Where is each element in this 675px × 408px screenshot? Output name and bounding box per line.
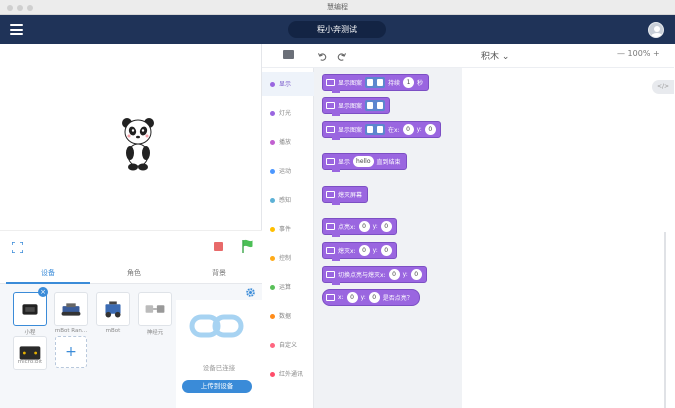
block-is-lit-boolean[interactable]: x: 0 y: 0 是否点亮？ (322, 289, 420, 306)
block-flyout (314, 68, 462, 408)
remove-device-icon[interactable]: × (38, 287, 48, 297)
device-card-codey[interactable] (13, 292, 47, 326)
stop-button[interactable] (214, 242, 223, 251)
zoom-controls: — 100% + (617, 49, 660, 58)
category-data[interactable]: 数据 (262, 304, 314, 328)
connection-status: 设备已连接 (202, 364, 236, 372)
app-header: 程小奔测试 (0, 15, 675, 44)
block-turn-off-xy[interactable]: 熄灭x: 0 y: 0 (322, 242, 397, 261)
category-custom[interactable]: 自定义 (262, 333, 314, 357)
panda-sprite[interactable] (118, 115, 158, 171)
tab-devices[interactable]: 设备 (5, 262, 91, 284)
workspace-scrollbar[interactable] (664, 232, 666, 408)
device-label: 神经元 (146, 330, 164, 336)
category-motion[interactable]: 运动 (262, 159, 314, 183)
block-clear-screen[interactable]: 熄灭屏幕 (322, 186, 369, 205)
green-flag-icon[interactable] (241, 239, 255, 253)
fullscreen-icon[interactable] (12, 242, 23, 253)
category-sound[interactable]: 播放 (262, 130, 314, 154)
category-sensing[interactable]: 感知 (262, 188, 314, 212)
zoom-level: 100% (627, 49, 651, 58)
zoom-out-button[interactable]: — (617, 49, 625, 58)
block-show-image-for-seconds[interactable]: 显示图案 持续 1 秒 (322, 74, 430, 93)
zoom-in-button[interactable]: + (653, 49, 660, 58)
block-toggle-xy[interactable]: 切换点亮与熄灭x: 0 y: 0 (322, 266, 427, 285)
redo-icon[interactable] (337, 52, 346, 61)
tab-backgrounds[interactable]: 背景 (176, 262, 262, 284)
project-name-field[interactable]: 程小奔测试 (288, 21, 386, 38)
upload-to-device-button[interactable]: 上传到设备 (182, 380, 252, 393)
category-lights[interactable]: 灯光 (262, 101, 314, 125)
avatar[interactable] (648, 22, 664, 38)
link-icon (189, 314, 244, 338)
tab-sprites[interactable]: 角色 (91, 262, 177, 284)
category-infrared[interactable]: 红外通讯 (262, 362, 314, 386)
add-device-button[interactable]: + (55, 336, 87, 368)
device-card-mbot-ranger[interactable] (54, 292, 88, 326)
device-card-neuron[interactable] (138, 292, 172, 326)
block-categories: 显示 灯光 播放 运动 感知 事件 控制 运算 数据 自定义 红外通讯 (262, 68, 314, 408)
category-control[interactable]: 控制 (262, 246, 314, 270)
category-operators[interactable]: 运算 (262, 275, 314, 299)
category-display[interactable]: 显示 (262, 72, 314, 96)
window-titlebar: 慧编程 (0, 0, 675, 15)
device-card-mbot[interactable] (96, 292, 130, 326)
mode-select[interactable]: 积木 ⌄ (481, 49, 509, 62)
script-workspace[interactable] (462, 68, 675, 408)
block-show-image-at-xy[interactable]: 显示图案 在x: 0 y: 0 (322, 121, 441, 140)
gear-icon[interactable] (245, 287, 256, 298)
window-title: 慧编程 (327, 3, 348, 11)
device-tab-icon[interactable] (283, 50, 294, 59)
tab-bar: 设备 角色 背景 (0, 262, 262, 284)
block-show-text-until-done[interactable]: 显示 hello 直到结束 (322, 153, 407, 172)
category-events[interactable]: 事件 (262, 217, 314, 241)
block-light-up-xy[interactable]: 点亮x: 0 y: 0 (322, 218, 397, 237)
device-label: micro:bit (17, 359, 43, 365)
undo-icon[interactable] (318, 52, 327, 61)
code-view-toggle[interactable]: </> (652, 80, 674, 94)
menu-icon[interactable] (10, 24, 23, 35)
block-show-image[interactable]: 显示图案 (322, 97, 391, 116)
